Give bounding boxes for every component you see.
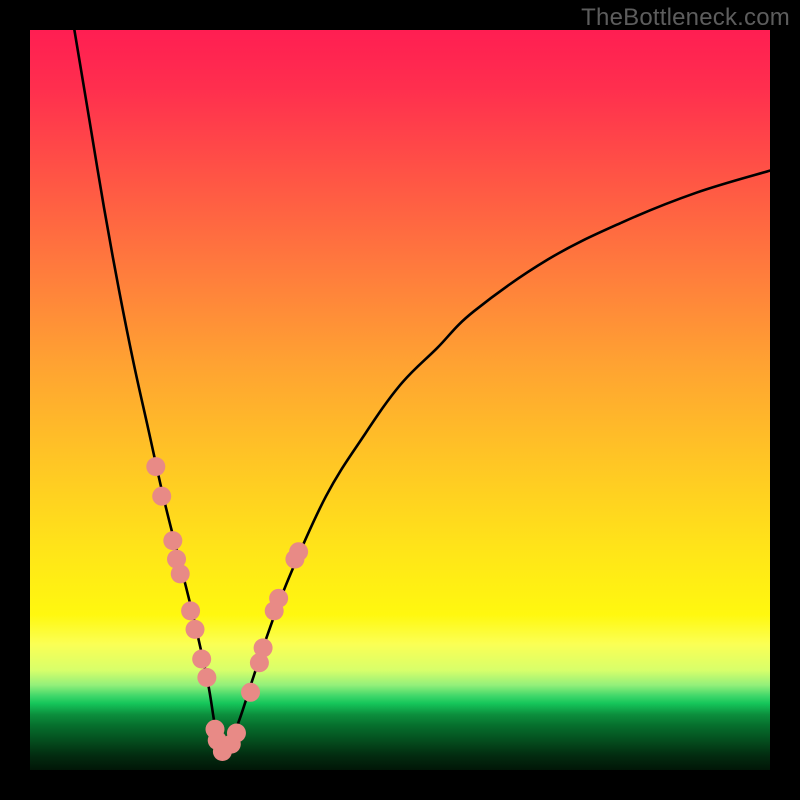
data-point	[186, 620, 205, 639]
chart-frame: TheBottleneck.com	[0, 0, 800, 800]
data-point	[254, 638, 273, 657]
watermark-text: TheBottleneck.com	[581, 4, 790, 32]
data-point	[152, 487, 171, 506]
data-point	[171, 564, 190, 583]
data-point	[197, 668, 216, 687]
data-point	[269, 589, 288, 608]
data-point	[289, 542, 308, 561]
curve-left-arm	[74, 30, 222, 755]
data-point	[163, 531, 182, 550]
curve-right-arm	[222, 171, 770, 756]
data-point	[192, 650, 211, 669]
plot-area	[30, 30, 770, 770]
data-point	[227, 724, 246, 743]
data-point	[181, 601, 200, 620]
data-point	[146, 457, 165, 476]
data-point	[241, 683, 260, 702]
curves-svg	[30, 30, 770, 770]
